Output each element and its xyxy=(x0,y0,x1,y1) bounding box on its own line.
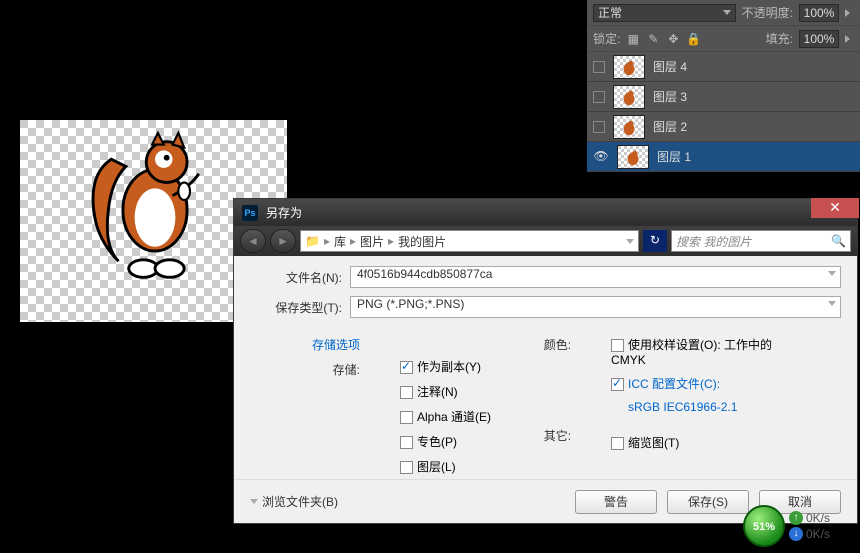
layer-item[interactable]: 👁 图层 1 xyxy=(587,142,860,172)
storage-options-title: 存储选项 xyxy=(312,336,360,353)
chevron-down-icon[interactable] xyxy=(828,271,836,276)
layer-thumbnail[interactable] xyxy=(613,85,645,109)
visibility-toggle[interactable] xyxy=(593,91,605,103)
forward-button[interactable]: ► xyxy=(270,229,296,253)
icc-profile-link[interactable]: sRGB IEC61966-2.1 xyxy=(628,400,781,414)
visibility-toggle[interactable] xyxy=(593,121,605,133)
upload-icon: ↑ xyxy=(789,511,803,525)
squirrel-image xyxy=(80,130,230,305)
download-icon: ↓ xyxy=(789,527,803,541)
save-button[interactable]: 保存(S) xyxy=(667,490,749,514)
storage-label: 存储: xyxy=(333,361,360,378)
dialog-nav: ◄ ► 📁 ▸ 库 ▸ 图片 ▸ 我的图片 ↻ 搜索 我的图片 🔍 xyxy=(234,226,857,256)
layer-thumbnail[interactable] xyxy=(613,115,645,139)
layer-name: 图层 1 xyxy=(657,148,691,165)
visibility-toggle[interactable] xyxy=(593,61,605,73)
search-input[interactable]: 搜索 我的图片 🔍 xyxy=(671,230,851,252)
layer-name: 图层 3 xyxy=(653,88,687,105)
fill-label: 填充: xyxy=(766,30,793,47)
lock-label: 锁定: xyxy=(593,30,620,47)
lock-move-icon[interactable]: ✥ xyxy=(666,32,680,46)
dialog-title: 另存为 xyxy=(266,204,302,221)
lock-all-icon[interactable]: 🔒 xyxy=(686,32,700,46)
browse-folders-button[interactable]: 浏览文件夹(B) xyxy=(250,493,338,510)
layer-name: 图层 2 xyxy=(653,118,687,135)
layer-list: 图层 4 图层 3 图层 2 👁 图层 1 xyxy=(587,52,860,172)
layer-item[interactable]: 图层 4 xyxy=(587,52,860,82)
lock-brush-icon[interactable]: ✎ xyxy=(646,32,660,46)
download-widget[interactable]: 51% ↑0K/s ↓0K/s xyxy=(743,505,830,547)
layer-thumbnail[interactable] xyxy=(613,55,645,79)
dialog-titlebar[interactable]: Ps 另存为 ✕ xyxy=(234,199,857,226)
folder-icon: 📁 xyxy=(305,234,320,248)
save-as-dialog: Ps 另存为 ✕ ◄ ► 📁 ▸ 库 ▸ 图片 ▸ 我的图片 ↻ 搜索 我的图片… xyxy=(233,198,858,524)
search-icon[interactable]: 🔍 xyxy=(831,234,846,248)
chevron-right-icon[interactable] xyxy=(845,35,854,43)
fill-input[interactable]: 100% xyxy=(799,30,839,48)
layer-name: 图层 4 xyxy=(653,58,687,75)
visibility-icon[interactable]: 👁 xyxy=(593,149,609,165)
opacity-input[interactable]: 100% xyxy=(799,4,839,22)
opt-layers[interactable]: 图层(L) xyxy=(400,458,491,475)
filetype-label: 保存类型(T): xyxy=(250,299,350,316)
download-speed: 0K/s xyxy=(806,527,830,541)
download-progress[interactable]: 51% xyxy=(743,505,785,547)
ps-icon: Ps xyxy=(242,205,258,221)
blend-mode-select[interactable]: 正常 xyxy=(593,4,736,22)
back-button[interactable]: ◄ xyxy=(240,229,266,253)
upload-speed: 0K/s xyxy=(806,511,830,525)
opacity-label: 不透明度: xyxy=(742,4,793,21)
chevron-right-icon[interactable] xyxy=(845,9,854,17)
opt-icc[interactable]: ICC 配置文件(C): xyxy=(611,375,781,392)
layers-panel: 正常 不透明度: 100% 锁定: ▦ ✎ ✥ 🔒 填充: 100% 图层 4 … xyxy=(587,0,860,172)
warning-button[interactable]: 警告 xyxy=(575,490,657,514)
filename-input[interactable]: 4f0516b944cdb850877ca xyxy=(350,266,841,288)
refresh-button[interactable]: ↻ xyxy=(643,230,667,252)
opt-spot[interactable]: 专色(P) xyxy=(400,433,491,450)
layer-item[interactable]: 图层 3 xyxy=(587,82,860,112)
opt-alpha[interactable]: Alpha 通道(E) xyxy=(400,408,491,425)
opt-thumb[interactable]: 缩览图(T) xyxy=(611,434,781,451)
other-label: 其它: xyxy=(544,427,571,444)
lock-transparency-icon[interactable]: ▦ xyxy=(626,32,640,46)
chevron-down-icon xyxy=(250,499,258,504)
breadcrumb[interactable]: 📁 ▸ 库 ▸ 图片 ▸ 我的图片 xyxy=(300,230,639,252)
color-label: 颜色: xyxy=(544,336,571,353)
layer-item[interactable]: 图层 2 xyxy=(587,112,860,142)
chevron-down-icon[interactable] xyxy=(626,239,634,244)
layer-thumbnail[interactable] xyxy=(617,145,649,169)
chevron-down-icon[interactable] xyxy=(828,301,836,306)
close-button[interactable]: ✕ xyxy=(811,198,859,218)
filetype-select[interactable]: PNG (*.PNG;*.PNS) xyxy=(350,296,841,318)
opt-annotations[interactable]: 注释(N) xyxy=(400,383,491,400)
opt-proof[interactable]: 使用校样设置(O): 工作中的 CMYK xyxy=(611,336,781,367)
filename-label: 文件名(N): xyxy=(250,269,350,286)
opt-as-copy[interactable]: 作为副本(Y) xyxy=(400,358,491,375)
